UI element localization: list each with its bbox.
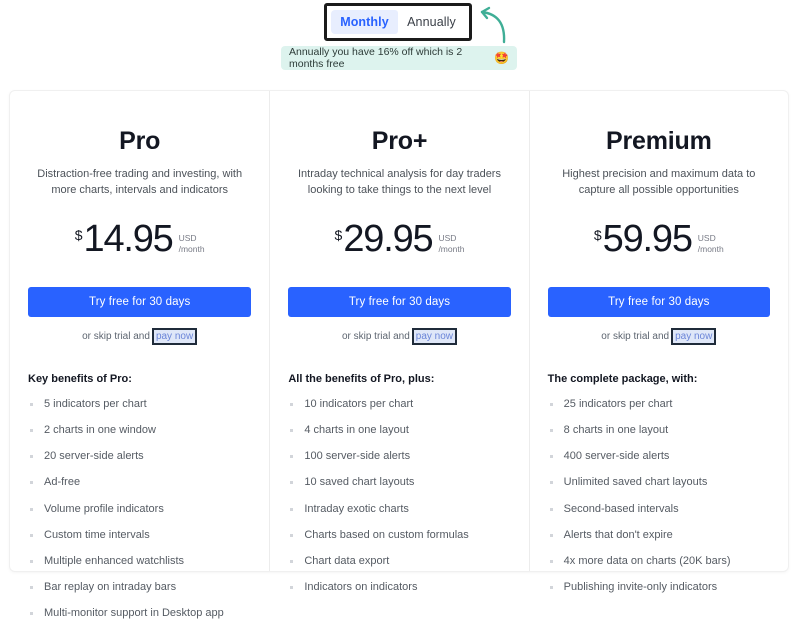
benefits-list: 5 indicators per chart 2 charts in one w…: [28, 398, 251, 621]
discount-banner-text: Annually you have 16% off which is 2 mon…: [289, 46, 463, 70]
benefit-item: 10 saved chart layouts: [288, 476, 510, 489]
benefit-item: Charts based on custom formulas: [288, 529, 510, 542]
pay-now-link[interactable]: pay now: [151, 327, 198, 345]
plan-name: Pro: [119, 127, 161, 155]
price-currency-code: USD: [438, 232, 457, 243]
plan-description: Distraction-free trading and investing, …: [37, 168, 243, 196]
skip-trial-row: or skip trial and pay now: [28, 327, 251, 345]
benefit-item: 100 server-side alerts: [288, 450, 510, 463]
price-amount: 29.95: [343, 217, 433, 260]
billing-period-toggle-group: Monthly Annually: [331, 10, 465, 34]
pay-now-link[interactable]: pay now: [411, 327, 458, 345]
skip-trial-row: or skip trial and pay now: [548, 327, 770, 345]
plan-description: Highest precision and maximum data to ca…: [562, 168, 756, 196]
price-meta: USD /month: [438, 233, 464, 256]
plan-name: Premium: [606, 127, 712, 155]
pricing-plans-card: Pro Distraction-free trading and investi…: [9, 90, 789, 619]
plan-price: $ 59.95 USD /month: [548, 217, 770, 273]
try-free-button[interactable]: Try free for 30 days: [28, 286, 252, 317]
curved-arrow-icon: [480, 6, 506, 44]
price-period: /month: [178, 244, 205, 255]
star-struck-emoji: 🤩: [494, 51, 509, 65]
benefits-title: All the benefits of Pro, plus:: [288, 372, 435, 385]
benefit-item: Multiple enhanced watchlists: [28, 555, 251, 568]
plan-price: $ 29.95 USD /month: [288, 217, 510, 273]
skip-trial-row: or skip trial and pay now: [288, 327, 510, 345]
plan-column-pro: Pro Distraction-free trading and investi…: [10, 91, 269, 619]
benefit-item: 25 indicators per chart: [548, 398, 770, 411]
benefits-list: 25 indicators per chart 8 charts in one …: [548, 398, 770, 595]
pay-now-link[interactable]: pay now: [671, 327, 717, 345]
annual-discount-banner: Annually you have 16% off which is 2 mon…: [281, 46, 517, 70]
benefit-item: Publishing invite-only indicators: [548, 581, 770, 594]
billing-period-toggle[interactable]: Monthly Annually: [324, 3, 472, 41]
benefit-item: Unlimited saved chart layouts: [548, 476, 770, 489]
benefit-item: Second-based intervals: [548, 503, 770, 516]
price-amount: 59.95: [602, 217, 693, 260]
price-currency-symbol: $: [593, 226, 602, 243]
benefit-item: 4 charts in one layout: [288, 424, 510, 437]
benefit-item: 4x more data on charts (20K bars): [548, 555, 770, 568]
plan-price: $ 14.95 USD /month: [28, 217, 251, 273]
benefit-item: Intraday exotic charts: [288, 503, 510, 516]
plan-name: Pro+: [371, 127, 428, 155]
billing-toggle-monthly[interactable]: Monthly: [331, 10, 398, 34]
billing-period-section: Monthly Annually Annually you have 16% o…: [0, 0, 798, 86]
price-amount: 14.95: [83, 217, 174, 260]
benefits-title: Key benefits of Pro:: [28, 372, 132, 385]
plan-column-pro-plus: Pro+ Intraday technical analysis for day…: [269, 91, 528, 593]
benefit-item: 10 indicators per chart: [288, 398, 510, 411]
benefit-item: Chart data export: [288, 555, 510, 568]
price-currency-symbol: $: [74, 226, 83, 243]
benefit-item: Bar replay on intraday bars: [28, 581, 251, 594]
benefit-item: Alerts that don't expire: [548, 529, 770, 542]
benefit-item: 2 charts in one window: [28, 424, 251, 437]
try-free-button[interactable]: Try free for 30 days: [547, 286, 770, 317]
plan-column-premium: Premium Highest precision and maximum da…: [528, 91, 788, 593]
benefit-item: 8 charts in one layout: [548, 424, 770, 437]
skip-trial-text: or skip trial and: [601, 330, 670, 342]
skip-trial-text: or skip trial and: [82, 330, 150, 342]
price-period: /month: [438, 244, 465, 255]
price-meta: USD /month: [179, 233, 205, 256]
plan-description: Intraday technical analysis for day trad…: [297, 168, 501, 196]
benefit-item: 400 server-side alerts: [548, 450, 770, 463]
price-currency-code: USD: [697, 232, 716, 243]
benefits-title: The complete package, with:: [547, 372, 698, 385]
skip-trial-text: or skip trial and: [341, 330, 410, 342]
price-currency-symbol: $: [334, 226, 343, 243]
try-free-button[interactable]: Try free for 30 days: [288, 286, 511, 317]
benefit-item: Volume profile indicators: [28, 503, 251, 516]
benefit-item: Indicators on indicators: [288, 581, 510, 594]
price-currency-code: USD: [178, 232, 197, 243]
billing-toggle-annually[interactable]: Annually: [398, 10, 465, 34]
benefit-item: 5 indicators per chart: [28, 398, 251, 411]
benefit-item: Ad-free: [28, 476, 251, 489]
price-meta: USD /month: [698, 233, 724, 256]
benefit-item: Custom time intervals: [28, 529, 251, 542]
benefit-item: Multi-monitor support in Desktop app: [28, 607, 251, 620]
benefit-item: 20 server-side alerts: [28, 450, 251, 463]
price-period: /month: [697, 244, 724, 255]
benefits-list: 10 indicators per chart 4 charts in one …: [288, 398, 510, 595]
